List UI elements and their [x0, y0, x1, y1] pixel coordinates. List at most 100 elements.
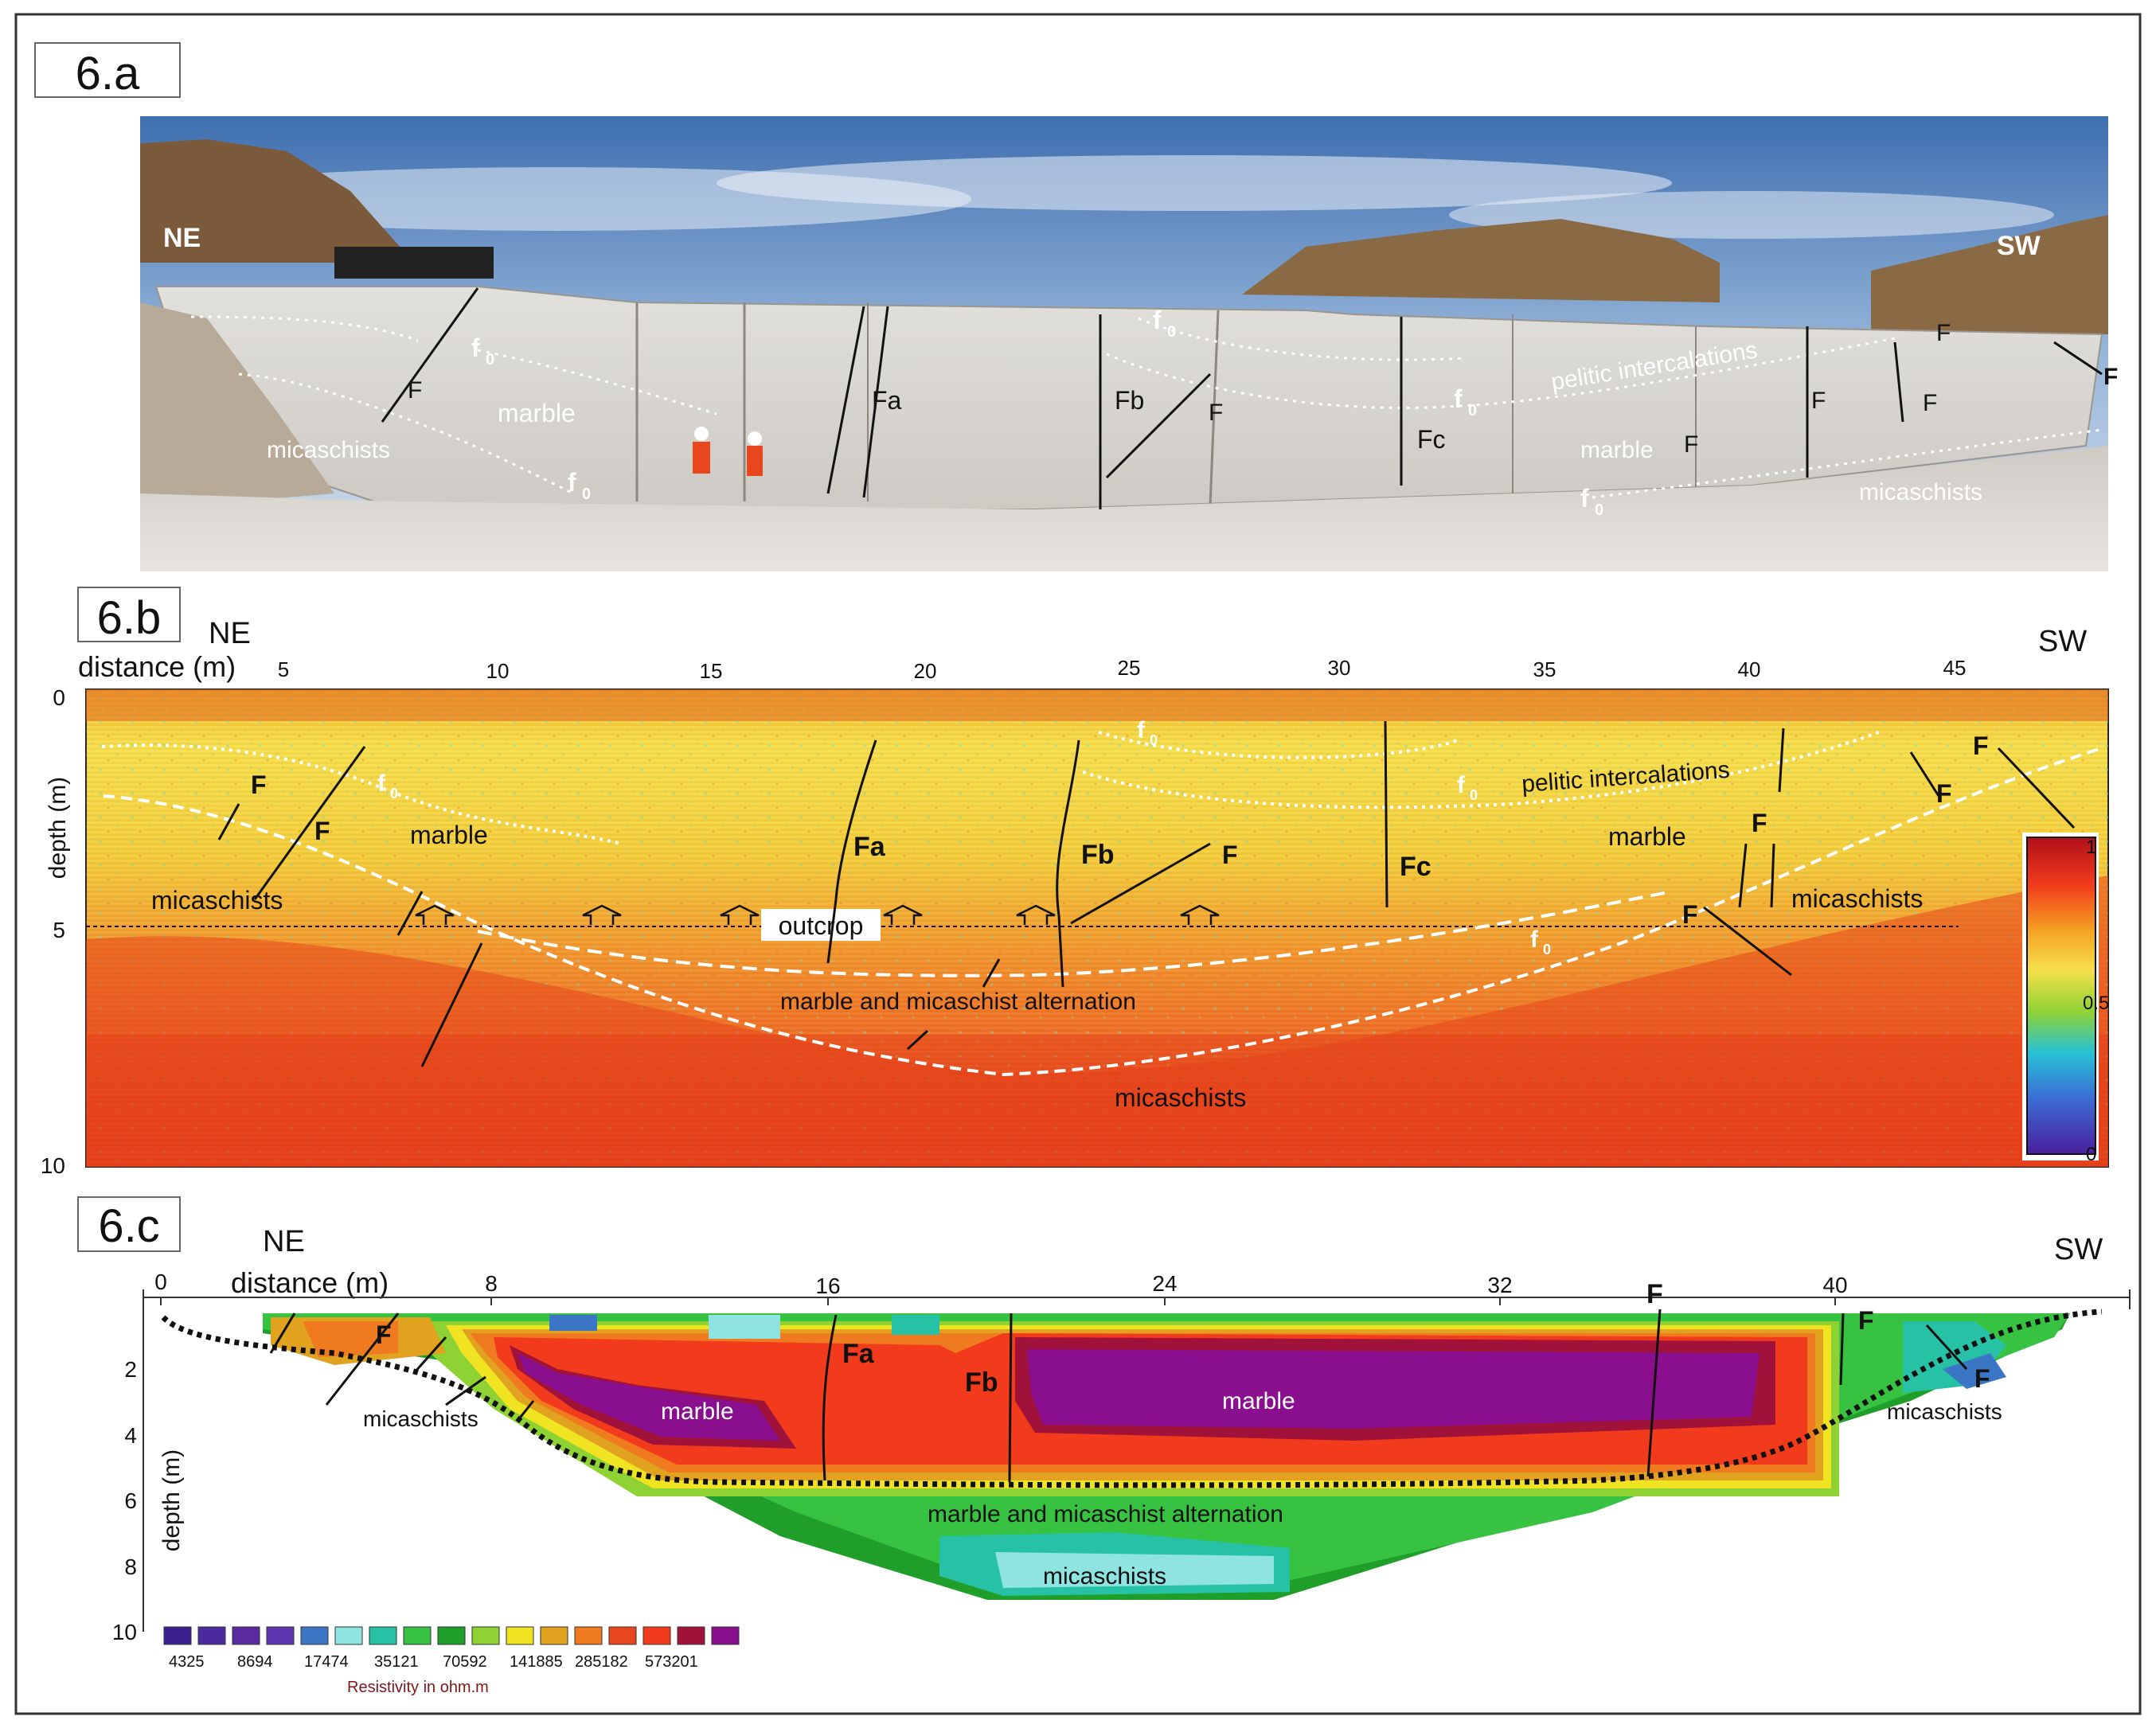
legend-value: 8694 [237, 1653, 273, 1671]
a-direction-sw: SW [1997, 231, 2041, 261]
b-colorbar-tick: 0.5 [2083, 993, 2109, 1014]
c-xtick: 40 [1822, 1273, 1847, 1297]
b-label-f0-sub: 0 [390, 786, 398, 802]
b-label-f: F [1752, 809, 1767, 837]
c-ytick: 2 [124, 1357, 137, 1382]
c-label-fb: Fb [965, 1367, 998, 1398]
c-xtick: 24 [1152, 1271, 1177, 1296]
b-label-f: F [314, 817, 330, 845]
c-label-fa: Fa [842, 1339, 875, 1369]
a-label-f: F [1923, 390, 1937, 416]
panel-a-label: 6.a [76, 48, 140, 99]
c-label-f: F [376, 1320, 392, 1349]
legend-swatch [677, 1626, 705, 1645]
b-xtick: 45 [1943, 656, 1967, 680]
c-direction-sw: SW [2054, 1233, 2103, 1266]
b-label-f: F [1936, 779, 1952, 808]
legend-value: 285182 [575, 1653, 628, 1671]
b-label-alternation: marble and micaschist alternation [780, 989, 1136, 1015]
b-label-marble-2: marble [1608, 822, 1686, 851]
legend-value: 573201 [645, 1653, 698, 1671]
c-label-micaschists-3: micaschists [1043, 1563, 1166, 1590]
b-label-f0: f [1530, 926, 1539, 953]
c-ytick: 10 [112, 1620, 137, 1644]
legend-value: 35121 [374, 1653, 419, 1671]
panel-c-label: 6.c [98, 1200, 159, 1252]
b-ytick: 0 [53, 685, 65, 710]
a-label-f0: f [1454, 384, 1463, 413]
b-label-marble-1: marble [410, 821, 488, 849]
b-xtick: 35 [1533, 657, 1556, 681]
a-label-marble-2: marble [1580, 437, 1654, 463]
c-ytick: 4 [124, 1423, 137, 1448]
a-label-fb: Fb [1115, 386, 1144, 415]
a-label-f0: f [568, 468, 576, 497]
c-yaxis-label: depth (m) [158, 1449, 185, 1551]
legend-swatch [334, 1626, 363, 1645]
b-ytick: 5 [53, 918, 65, 942]
a-label-f0-sub: 0 [1468, 402, 1477, 419]
b-label-f0-sub: 0 [1470, 787, 1478, 803]
b-xtick: 40 [1738, 657, 1761, 681]
legend-swatch [540, 1626, 568, 1645]
b-label-micaschists-2: micaschists [1791, 884, 1923, 913]
a-label-fa: Fa [872, 386, 902, 415]
a-label-f: F [2103, 364, 2118, 390]
b-label-f0: f [377, 770, 386, 797]
legend-swatches [163, 1626, 740, 1645]
c-label-f: F [1858, 1306, 1874, 1335]
legend-swatch [471, 1626, 500, 1645]
b-xtick: 15 [700, 659, 723, 683]
b-label-f: F [1973, 731, 1989, 760]
a-label-f: F [408, 377, 422, 404]
c-ytick: 8 [124, 1554, 137, 1579]
legend-swatch [369, 1626, 397, 1645]
a-label-micaschists-1: micaschists [267, 437, 390, 463]
a-label-f0-sub: 0 [582, 486, 591, 503]
b-xaxis-label: distance (m) [78, 650, 236, 683]
c-xtick: 0 [154, 1270, 167, 1294]
panel-a: 6.a NE SW marble micaschists marble mica… [34, 42, 2118, 571]
c-xtick: 32 [1487, 1273, 1512, 1297]
b-label-f: F [1682, 900, 1698, 929]
legend-swatch [608, 1626, 637, 1645]
legend-values: 4325 8694 17474 35121 70592 141885 28518… [169, 1653, 698, 1671]
b-colorbar-tick: 1 [2086, 837, 2096, 858]
b-label-f0: f [1457, 772, 1466, 798]
a-label-f: F [1209, 400, 1223, 426]
b-yaxis-label: depth (m) [45, 777, 71, 879]
b-label-fb: Fb [1081, 840, 1115, 870]
b-label-fc: Fc [1400, 852, 1431, 882]
legend-swatch [300, 1626, 329, 1645]
b-x-ticks: 5 10 15 20 25 30 35 40 45 [278, 656, 1967, 683]
a-label-f0: f [1580, 484, 1589, 513]
c-label-micaschists-2: micaschists [1887, 1399, 2002, 1424]
b-y-ticks: 0 5 10 [41, 685, 65, 1178]
a-label-f0-sub: 0 [1167, 323, 1176, 341]
c-legend: 4325 8694 17474 35121 70592 141885 28518… [163, 1626, 740, 1696]
c-x-ticks: 0 8 16 24 32 40 [154, 1270, 1847, 1298]
b-label-fa: Fa [853, 832, 886, 862]
legend-value: 4325 [169, 1653, 205, 1671]
legend-swatch [506, 1626, 534, 1645]
b-label-f: F [1222, 841, 1238, 869]
c-label-f: F [1974, 1364, 1990, 1393]
a-direction-ne: NE [163, 223, 201, 253]
c-label-f: F [1646, 1279, 1663, 1309]
b-xtick: 10 [486, 659, 510, 683]
b-xtick: 5 [278, 657, 289, 681]
legend-swatch [266, 1626, 295, 1645]
resistivity-section [263, 1313, 2070, 1600]
legend-swatch [574, 1626, 603, 1645]
a-label-f0: f [471, 334, 480, 362]
panel-b: 6.b NE SW distance (m) depth (m) 5 10 15… [41, 587, 2109, 1178]
a-label-micaschists-2: micaschists [1859, 479, 1982, 505]
b-colorbar: 1 0.5 0 [2022, 833, 2109, 1165]
legend-swatch [711, 1626, 740, 1645]
b-label-f0-sub: 0 [1150, 732, 1158, 748]
b-direction-ne: NE [209, 617, 251, 650]
c-xaxis-label: distance (m) [231, 1266, 389, 1299]
c-y-ticks: 2 4 6 8 10 [112, 1357, 137, 1644]
legend-swatch [163, 1626, 192, 1645]
b-xtick: 25 [1118, 656, 1141, 680]
